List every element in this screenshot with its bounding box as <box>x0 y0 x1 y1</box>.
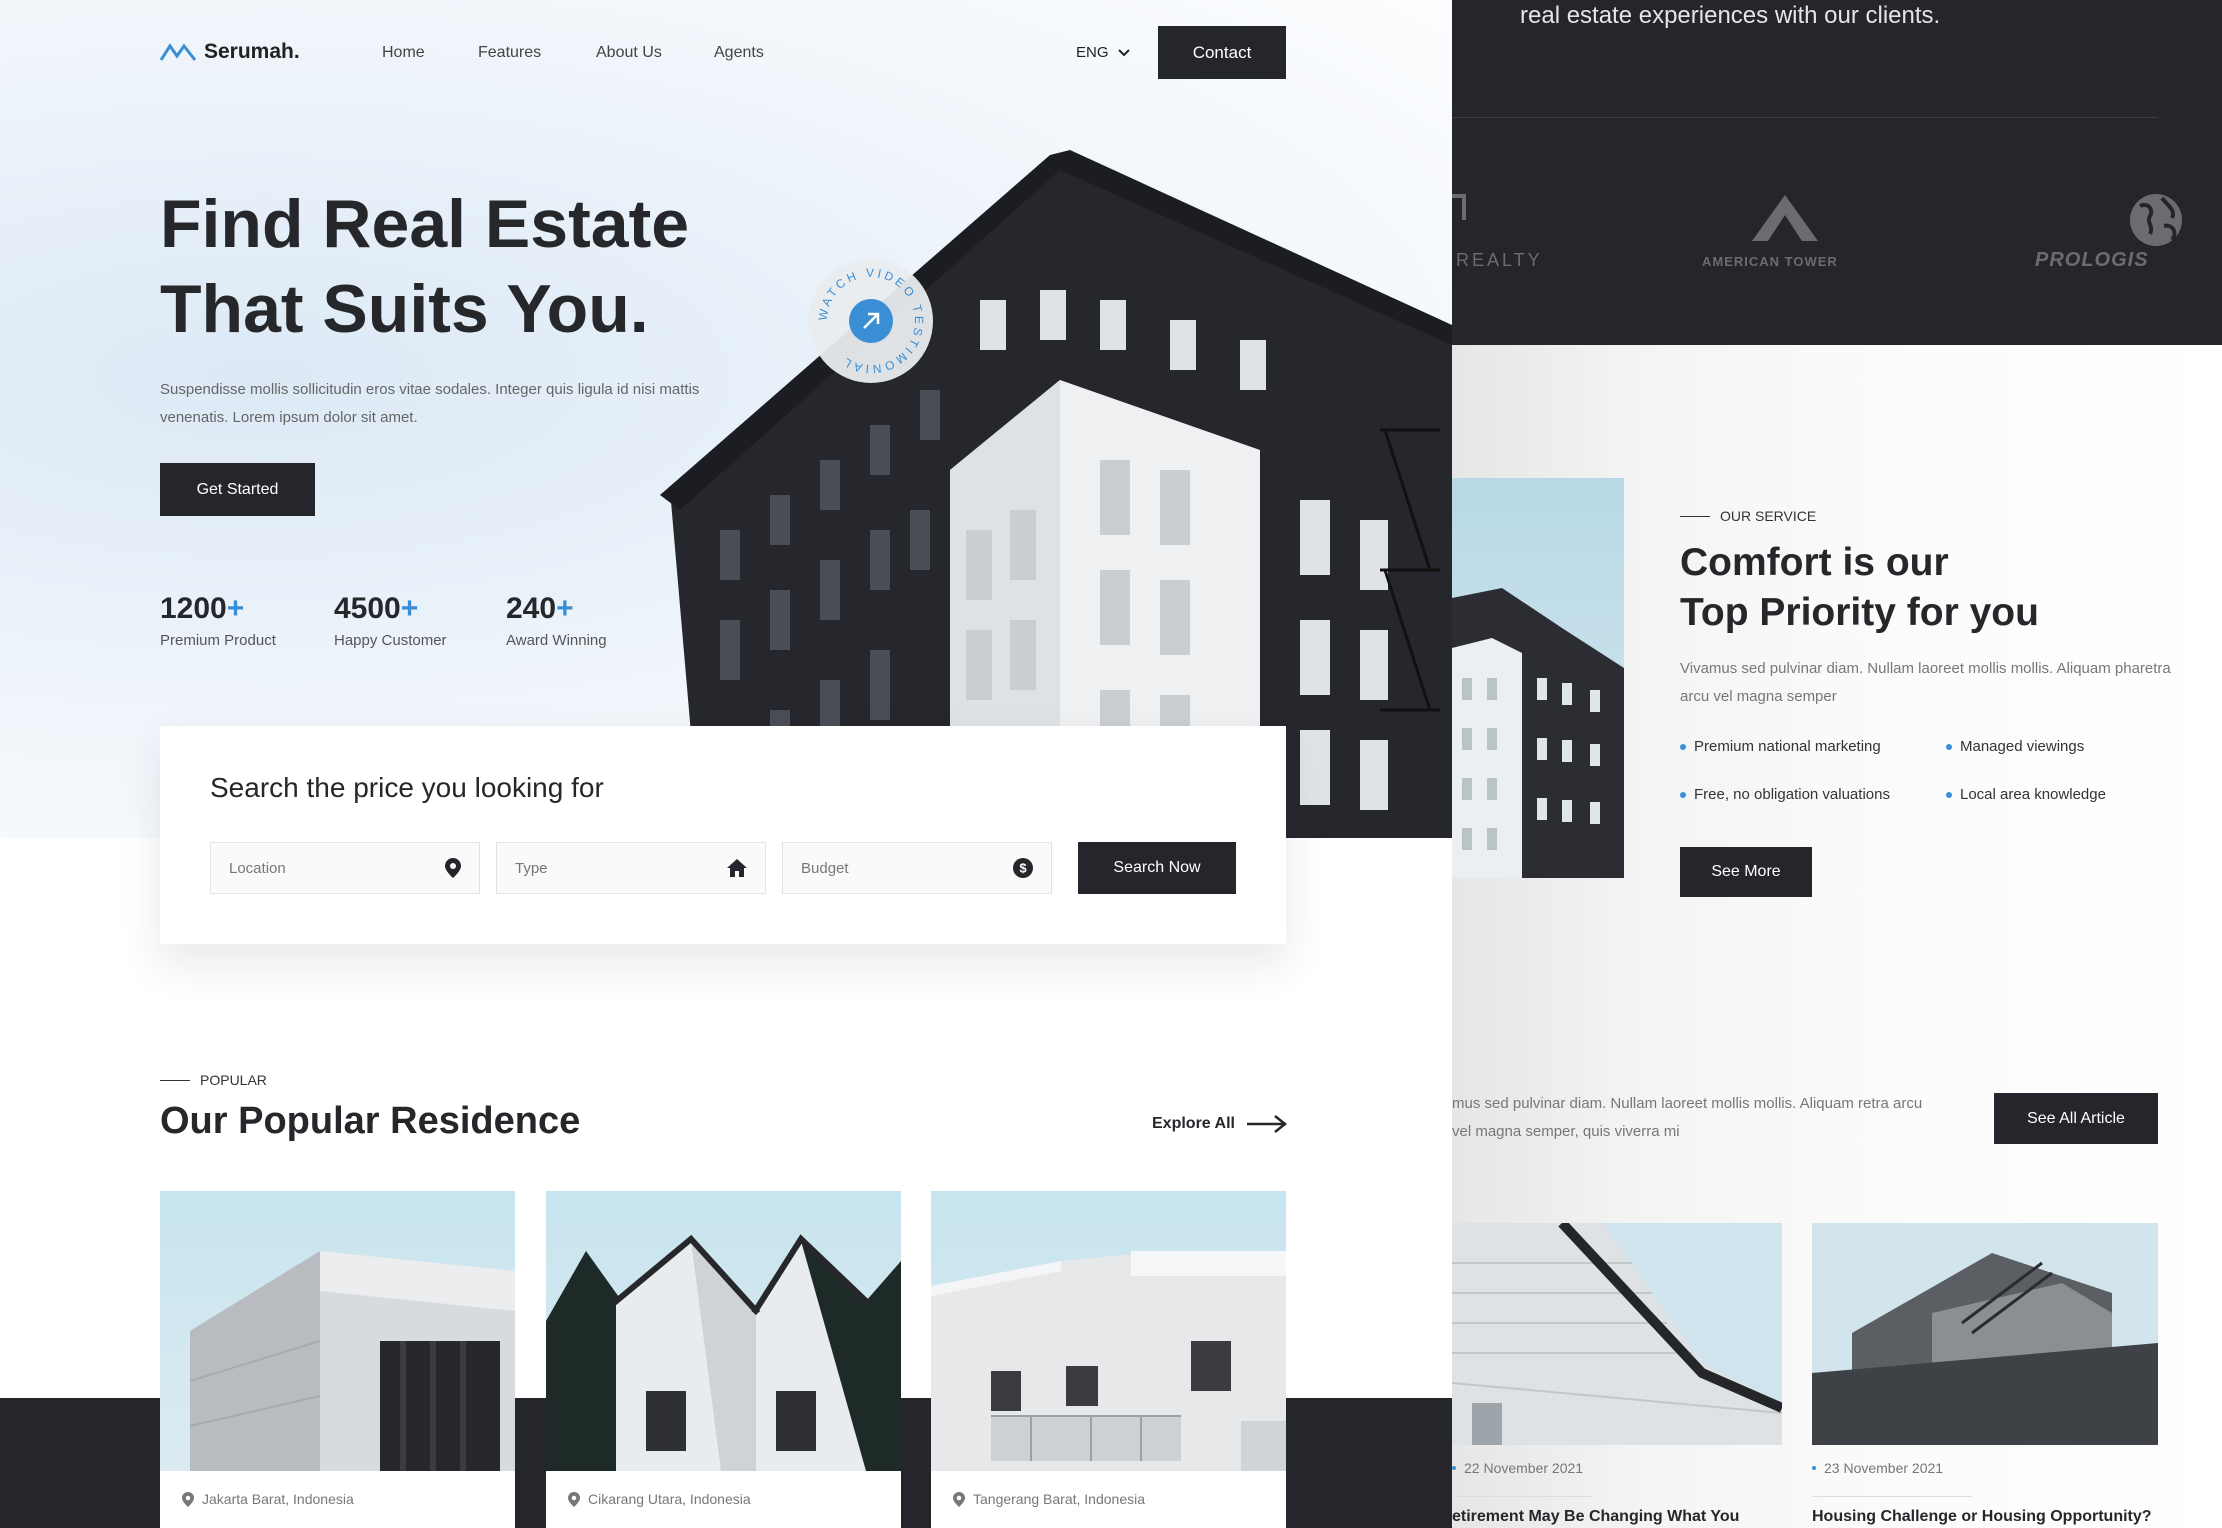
type-field[interactable] <box>496 842 766 894</box>
american-tower-icon <box>1752 195 1818 241</box>
video-testimonial-badge[interactable]: WATCH VIDEO TESTIMONIAL <box>808 258 934 384</box>
article-divider <box>1812 1496 1972 1497</box>
prologis-globe-icon <box>2130 194 2182 246</box>
hero-title: Find Real Estate That Suits You. <box>160 186 690 347</box>
residence-image <box>546 1191 901 1471</box>
nav-link-home[interactable]: Home <box>382 44 425 62</box>
see-all-article-button[interactable]: See All Article <box>1994 1093 2158 1144</box>
landing-page: Serumah. Home Features About Us Agents E… <box>0 0 1452 1528</box>
type-input[interactable] <box>515 859 705 877</box>
budget-field[interactable]: $ <box>782 842 1052 894</box>
map-pin-icon <box>445 858 461 878</box>
home-icon <box>727 859 747 877</box>
service-image <box>1452 478 1624 878</box>
stat-award-winning: 240+ Award Winning <box>506 592 607 649</box>
realty-logo <box>1452 194 1496 224</box>
prologis-logo-text: PROLOGIS <box>2035 249 2149 271</box>
residence-card[interactable]: Tangerang Barat, Indonesia <box>931 1191 1286 1528</box>
article-image[interactable] <box>1452 1223 1782 1445</box>
mountain-logo-icon <box>160 43 196 61</box>
dollar-coin-icon: $ <box>1013 858 1033 878</box>
svg-text:$: $ <box>1019 861 1027 876</box>
popular-title: Our Popular Residence <box>160 1100 581 1142</box>
articles-description: mus sed pulvinar diam. Nullam laoreet mo… <box>1452 1095 1923 1140</box>
right-preview-panel: real estate experiences with our clients… <box>1452 0 2222 1528</box>
nav-link-about[interactable]: About Us <box>596 44 662 62</box>
explore-all-label: Explore All <box>1152 1115 1235 1132</box>
language-selector[interactable]: ENG <box>1076 44 1131 61</box>
residence-card[interactable]: Cikarang Utara, Indonesia <box>546 1191 901 1528</box>
american-tower-logo-text: AMERICAN TOWER <box>1702 254 1838 269</box>
article-divider <box>1452 1496 1592 1497</box>
arrow-right-icon <box>1246 1115 1287 1133</box>
article-title[interactable]: Housing Challenge or Housing Opportunity… <box>1812 1508 2152 1526</box>
see-more-button[interactable]: See More <box>1680 847 1812 897</box>
residence-location: Tangerang Barat, Indonesia <box>953 1491 1145 1507</box>
residence-location: Cikarang Utara, Indonesia <box>568 1491 751 1507</box>
search-card: Search the price you looking for $ Searc… <box>160 726 1286 944</box>
nav-link-agents[interactable]: Agents <box>714 44 764 62</box>
article-title[interactable]: etirement May Be Changing What You <box>1452 1508 1739 1526</box>
testimonial-quote-tail: real estate experiences with our clients… <box>1520 2 1941 29</box>
map-pin-icon <box>182 1491 194 1507</box>
language-value: ENG <box>1076 44 1109 61</box>
residence-image <box>931 1191 1286 1471</box>
stat-happy-customer: 4500+ Happy Customer <box>334 592 447 649</box>
service-feature: Managed viewings <box>1946 738 2084 755</box>
residence-location: Jakarta Barat, Indonesia <box>182 1491 354 1507</box>
get-started-button[interactable]: Get Started <box>160 463 315 516</box>
contact-button[interactable]: Contact <box>1158 26 1286 79</box>
location-field[interactable] <box>210 842 480 894</box>
budget-input[interactable] <box>801 859 991 877</box>
realty-logo-text: REALTY <box>1456 250 1543 270</box>
service-feature: Free, no obligation valuations <box>1680 786 1890 803</box>
explore-all-link[interactable]: Explore All <box>1152 1114 1287 1134</box>
location-input[interactable] <box>229 859 419 877</box>
service-feature: Local area knowledge <box>1946 786 2106 803</box>
article-date: 22 November 2021 <box>1452 1460 1583 1476</box>
chevron-down-icon <box>1117 48 1130 56</box>
search-now-button[interactable]: Search Now <box>1078 842 1236 894</box>
residence-card[interactable]: Jakarta Barat, Indonesia <box>160 1191 515 1528</box>
service-title: Comfort is our Top Priority for you <box>1680 541 2039 634</box>
nav-link-features[interactable]: Features <box>478 44 541 62</box>
residence-image <box>160 1191 515 1471</box>
article-date: 23 November 2021 <box>1812 1460 1943 1476</box>
brand-logo[interactable]: Serumah. <box>160 40 300 64</box>
service-eyebrow: OUR SERVICE <box>1680 508 1816 524</box>
service-description: Vivamus sed pulvinar diam. Nullam laoree… <box>1680 660 2171 705</box>
map-pin-icon <box>568 1491 580 1507</box>
stat-premium-product: 1200+ Premium Product <box>160 592 276 649</box>
divider <box>1452 117 2158 118</box>
map-pin-icon <box>953 1491 965 1507</box>
article-image[interactable] <box>1812 1223 2158 1445</box>
brand-name: Serumah. <box>204 40 300 63</box>
hero-description: Suspendisse mollis sollicitudin eros vit… <box>160 381 700 426</box>
service-feature: Premium national marketing <box>1680 738 1881 755</box>
popular-eyebrow: POPULAR <box>160 1072 267 1088</box>
partners-section: real estate experiences with our clients… <box>1452 0 2222 345</box>
search-title: Search the price you looking for <box>210 772 604 803</box>
